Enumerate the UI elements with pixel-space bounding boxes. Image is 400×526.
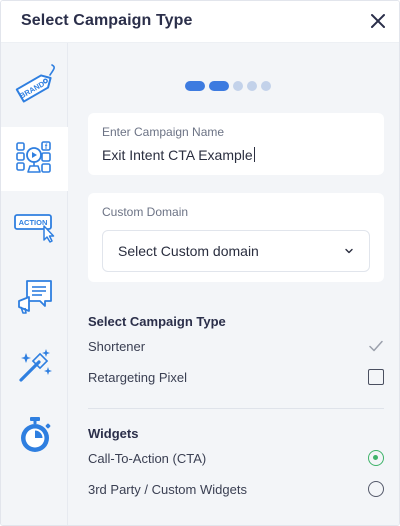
svg-text:ACTION: ACTION (18, 218, 47, 227)
campaign-name-input[interactable]: Exit Intent CTA Example (102, 147, 255, 163)
option-label: Call-To-Action (CTA) (88, 451, 207, 466)
dialog-title: Select Campaign Type (21, 12, 193, 29)
campaign-type-heading: Select Campaign Type (88, 314, 226, 329)
custom-domain-label: Custom Domain (102, 205, 189, 219)
dialog-header: Select Campaign Type (1, 1, 399, 43)
option-shortener[interactable]: Shortener (88, 336, 384, 358)
option-label: Shortener (88, 339, 146, 354)
magic-wand-icon (18, 349, 52, 382)
step-dot-pending (233, 81, 243, 91)
option-label: Retargeting Pixel (88, 370, 187, 385)
main-panel: Enter Campaign Name Exit Intent CTA Exam… (68, 43, 399, 525)
widgets-heading: Widgets (88, 426, 139, 441)
chevron-down-icon (345, 248, 353, 254)
campaign-name-card: Enter Campaign Name Exit Intent CTA Exam… (88, 113, 384, 175)
section-divider (88, 408, 384, 409)
sidebar-item-magic[interactable] (1, 333, 68, 397)
custom-domain-select[interactable]: Select Custom domain (102, 230, 370, 272)
step-dot-completed (209, 81, 229, 91)
step-dot-pending (247, 81, 257, 91)
action-button-icon: ACTION (13, 214, 54, 243)
text-cursor (253, 147, 255, 162)
radio-dot (372, 454, 378, 460)
custom-widgets-radio[interactable] (368, 481, 384, 497)
stopwatch-icon (20, 417, 50, 452)
option-cta[interactable]: Call-To-Action (CTA) (88, 448, 384, 470)
campaign-name-label: Enter Campaign Name (102, 125, 225, 139)
sidebar-item-brand[interactable]: BRAND (1, 53, 68, 117)
campaign-name-value: Exit Intent CTA Example (102, 147, 253, 163)
option-retargeting-pixel[interactable]: Retargeting Pixel (88, 367, 384, 389)
sidebar-item-action[interactable]: ACTION (1, 195, 68, 259)
brand-tag-icon: BRAND (15, 64, 55, 103)
sidebar-item-social[interactable]: f (1, 127, 68, 191)
option-label: 3rd Party / Custom Widgets (88, 482, 247, 497)
step-dot-pending (261, 81, 271, 91)
retargeting-pixel-checkbox[interactable] (368, 369, 384, 385)
custom-domain-selected: Select Custom domain (118, 243, 259, 259)
sidebar-item-announcement[interactable] (1, 265, 68, 329)
close-icon[interactable] (367, 10, 389, 32)
cta-radio[interactable] (368, 450, 384, 466)
custom-domain-card: Custom Domain Select Custom domain (88, 193, 384, 282)
sidebar-item-timer[interactable] (1, 403, 68, 467)
social-icons-icon: f (16, 141, 51, 173)
check-icon (369, 340, 383, 352)
option-custom-widgets[interactable]: 3rd Party / Custom Widgets (88, 479, 384, 501)
campaign-type-sidebar: BRAND f ACTION (1, 43, 68, 525)
campaign-type-dialog: Select Campaign Type BRAND f ACTION Ente… (0, 0, 400, 526)
progress-stepper (185, 81, 275, 91)
step-dot-completed (185, 81, 205, 91)
announcement-chat-icon (17, 280, 52, 314)
